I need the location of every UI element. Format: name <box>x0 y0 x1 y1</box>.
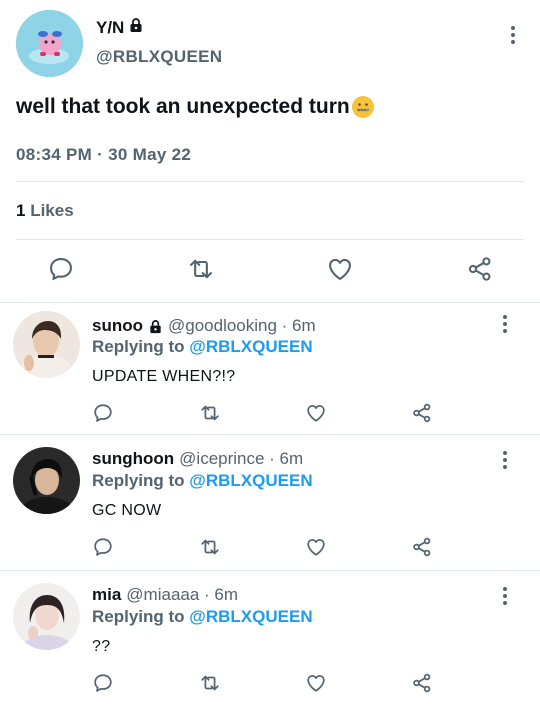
reply-icon[interactable] <box>92 402 114 424</box>
reply-header: mia @miaaaa · 6m <box>92 585 238 605</box>
reply-author-name[interactable]: sunoo <box>92 316 143 336</box>
reply-tweet[interactable]: sunoo @goodlooking · 6m Replying to @RBL… <box>0 303 540 438</box>
replying-to-link[interactable]: @RBLXQUEEN <box>189 607 312 626</box>
tweet-timestamp[interactable]: 08:34 PM · 30 May 22 <box>16 145 191 165</box>
more-icon[interactable] <box>501 449 509 471</box>
reply-author-name[interactable]: sunghoon <box>92 449 174 469</box>
retweet-icon[interactable] <box>199 402 221 424</box>
share-icon[interactable] <box>466 255 494 283</box>
likes-label: Likes <box>30 201 74 220</box>
replying-to-line: Replying to @RBLXQUEEN <box>92 471 313 491</box>
avatar[interactable] <box>16 10 83 77</box>
avatar[interactable] <box>13 447 80 514</box>
lock-icon <box>148 319 163 334</box>
likes-count: 1 <box>16 201 26 220</box>
tweet-text: well that took an unexpected turn <box>16 95 374 119</box>
divider <box>0 434 540 435</box>
retweet-icon[interactable] <box>199 672 221 694</box>
replying-to-prefix: Replying to <box>92 471 185 490</box>
divider <box>16 181 524 182</box>
reply-tweet[interactable]: mia @miaaaa · 6m Replying to @RBLXQUEEN … <box>0 575 540 707</box>
reply-text: UPDATE WHEN?!? <box>92 368 236 385</box>
reply-icon[interactable] <box>92 672 114 694</box>
display-name[interactable]: Y/N <box>96 18 124 38</box>
reply-action-bar <box>0 536 540 560</box>
like-icon[interactable] <box>326 255 354 283</box>
user-handle[interactable]: @RBLXQUEEN <box>96 47 222 67</box>
reply-author-handle[interactable]: @iceprince · 6m <box>179 449 303 469</box>
share-icon[interactable] <box>411 536 433 558</box>
tweet-text-body: well that took an unexpected turn <box>16 95 350 118</box>
share-icon[interactable] <box>411 402 433 424</box>
more-icon[interactable] <box>501 313 509 335</box>
reply-author-handle[interactable]: @miaaaa · 6m <box>126 585 238 605</box>
zipper-mouth-emoji-icon <box>351 96 374 118</box>
reply-header: sunoo @goodlooking · 6m <box>92 316 316 336</box>
reply-tweet[interactable]: sunghoon @iceprince · 6m Replying to @RB… <box>0 439 540 574</box>
avatar[interactable] <box>13 311 80 378</box>
divider <box>0 570 540 571</box>
likes-summary[interactable]: 1 Likes <box>16 201 74 221</box>
reply-text: ?? <box>92 638 111 655</box>
reply-icon[interactable] <box>47 255 75 283</box>
reply-author-name[interactable]: mia <box>92 585 121 605</box>
retweet-icon[interactable] <box>187 255 215 283</box>
more-icon[interactable] <box>509 24 517 46</box>
replying-to-link[interactable]: @RBLXQUEEN <box>189 337 312 356</box>
lock-icon <box>128 17 144 38</box>
reply-header: sunghoon @iceprince · 6m <box>92 449 303 469</box>
reply-author-handle[interactable]: @goodlooking · 6m <box>168 316 316 336</box>
replying-to-link[interactable]: @RBLXQUEEN <box>189 471 312 490</box>
replying-to-line: Replying to @RBLXQUEEN <box>92 607 313 627</box>
reply-icon[interactable] <box>92 536 114 558</box>
replying-to-prefix: Replying to <box>92 337 185 356</box>
like-icon[interactable] <box>305 536 327 558</box>
more-icon[interactable] <box>501 585 509 607</box>
user-block: Y/N @RBLXQUEEN <box>96 17 222 67</box>
reply-text: GC NOW <box>92 502 162 519</box>
reply-action-bar <box>0 672 540 696</box>
replying-to-prefix: Replying to <box>92 607 185 626</box>
replying-to-line: Replying to @RBLXQUEEN <box>92 337 313 357</box>
like-icon[interactable] <box>305 672 327 694</box>
divider <box>16 239 524 240</box>
avatar[interactable] <box>13 583 80 650</box>
retweet-icon[interactable] <box>199 536 221 558</box>
share-icon[interactable] <box>411 672 433 694</box>
like-icon[interactable] <box>305 402 327 424</box>
reply-action-bar <box>0 402 540 426</box>
main-action-bar <box>0 255 540 285</box>
